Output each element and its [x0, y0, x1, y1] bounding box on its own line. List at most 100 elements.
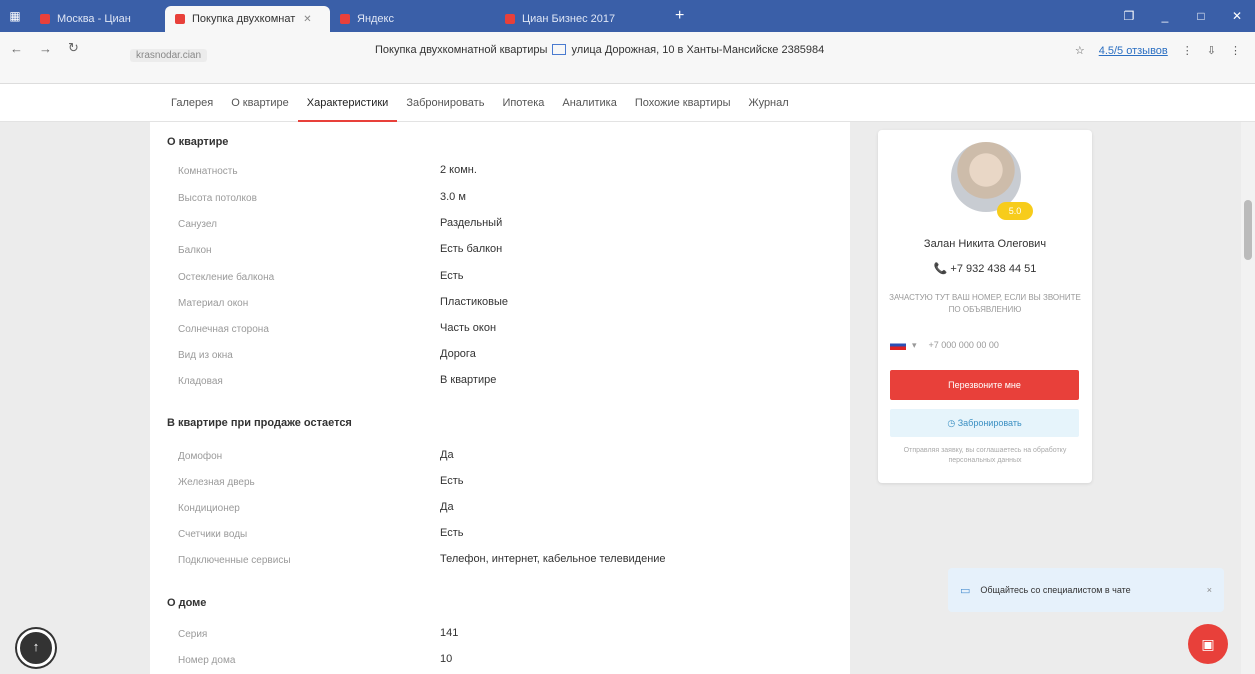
tab-label: Циан Бизнес 2017: [522, 13, 616, 25]
agent-card: 5.0 Залан Никита Олегович 📞 +7 932 438 4…: [878, 130, 1092, 483]
row-value: Да: [440, 449, 454, 461]
download-icon[interactable]: ⇩: [1207, 44, 1216, 57]
browser-tab[interactable]: Циан Бизнес 2017: [495, 6, 665, 32]
window-menu-icon[interactable]: ▦: [0, 0, 30, 32]
row-label: Счетчики воды: [178, 529, 248, 540]
browser-tab-active[interactable]: Покупка двухкомнат ✕: [165, 6, 330, 32]
table-row: Домофон Да: [178, 449, 838, 467]
section-title-included: В квартире при продаже остается: [167, 417, 352, 429]
tab-favicon-icon: [40, 14, 50, 24]
flag-ru-icon: [890, 340, 906, 350]
row-value: Раздельный: [440, 217, 503, 229]
row-value: Да: [440, 501, 454, 513]
nav-item-analytics[interactable]: Аналитика: [553, 84, 625, 122]
chat-button[interactable]: ▣: [1188, 624, 1228, 664]
row-value: В квартире: [440, 374, 497, 386]
forward-icon[interactable]: →: [39, 41, 52, 56]
callback-button[interactable]: Перезвоните мне: [890, 370, 1079, 400]
agent-note: ЗАЧАСТУЮ ТУТ ВАШ НОМЕР, ЕСЛИ ВЫ ЗВОНИТЕ …: [889, 293, 1081, 314]
page-title-main: Покупка двухкомнатной квартиры: [375, 44, 548, 56]
characteristics-card: О квартире Комнатность 2 комн. Высота пот…: [150, 122, 850, 674]
scroll-top-button[interactable]: ↑: [17, 629, 55, 667]
row-label: Серия: [178, 629, 208, 640]
tab-favicon-icon: [175, 14, 185, 24]
avatar: 5.0: [951, 142, 1033, 220]
reload-icon[interactable]: ↻: [68, 40, 79, 56]
book-button-label: Забронировать: [957, 418, 1022, 428]
nav-item-journal[interactable]: Журнал: [740, 84, 798, 122]
table-row: Балкон Есть балкон: [178, 243, 838, 261]
nav-item-gallery[interactable]: Галерея: [162, 84, 222, 122]
row-value: Есть: [440, 270, 464, 282]
table-row: Комнатность 2 комн.: [178, 164, 838, 182]
row-value: Телефон, интернет, кабельное телевидение: [440, 553, 666, 565]
row-label: Санузел: [178, 219, 217, 230]
close-icon[interactable]: ×: [1207, 585, 1212, 595]
book-button[interactable]: ◷ Забронировать: [890, 409, 1079, 437]
row-value: 3.0 м: [440, 191, 466, 203]
row-value: Есть балкон: [440, 243, 503, 255]
more-icon[interactable]: ⋮: [1230, 44, 1241, 57]
table-row: Железная дверь Есть: [178, 475, 838, 493]
back-icon[interactable]: ←: [10, 41, 23, 56]
address-bar-actions: ☆ 4.5/5 отзывов ⋮ ⇩ ⋮: [1075, 44, 1241, 58]
nav-item-book[interactable]: Забронировать: [397, 84, 493, 122]
section-title-apartment: О квартире: [167, 136, 229, 148]
agent-phone-number: +7 932 438 44 51: [950, 263, 1037, 275]
row-value: 10: [440, 653, 453, 665]
nav-item-similar[interactable]: Похожие квартиры: [626, 84, 740, 122]
table-row: Кондиционер Да: [178, 501, 838, 519]
row-value: Есть: [440, 475, 464, 487]
rating-badge: 5.0: [997, 202, 1033, 220]
phone-field[interactable]: ▾ +7 000 000 00 00: [890, 332, 1080, 358]
nav-buttons: ← → ↻: [10, 40, 79, 56]
window-controls: ❐ _ □ ✕: [1111, 0, 1255, 32]
row-value: Пластиковые: [440, 296, 509, 308]
chat-text: Общайтесь со специалистом в чате: [980, 585, 1131, 595]
tab-label: Покупка двухкомнат: [192, 13, 296, 25]
row-label: Подключенные сервисы: [178, 555, 291, 566]
chat-icon: ▭: [960, 584, 971, 597]
tab-favicon-icon: [340, 14, 350, 24]
scrollbar[interactable]: [1241, 122, 1255, 674]
close-window-icon[interactable]: ✕: [1219, 9, 1255, 23]
bookmark-icon[interactable]: ☆: [1075, 44, 1085, 57]
tab-favicon-icon: [505, 14, 515, 24]
table-row: Материал окон Пластиковые: [178, 296, 838, 314]
row-label: Железная дверь: [178, 477, 255, 488]
menu-icon[interactable]: ⋮: [1182, 44, 1193, 57]
close-icon[interactable]: ✕: [303, 14, 311, 25]
chat-banner[interactable]: ▭ Общайтесь со специалистом в чате ×: [948, 568, 1224, 612]
browser-tab[interactable]: Москва - Циан: [30, 6, 165, 32]
calendar-icon: ◷: [947, 418, 958, 428]
row-label: Кладовая: [178, 376, 223, 387]
scrollbar-thumb[interactable]: [1244, 200, 1252, 260]
section-title-house: О доме: [167, 597, 207, 609]
nav-item-about[interactable]: О квартире: [222, 84, 298, 122]
table-row: Остекление балкона Есть: [178, 270, 838, 288]
minimize-icon[interactable]: _: [1147, 9, 1183, 23]
url-field[interactable]: krasnodar.cian: [130, 49, 208, 62]
chevron-down-icon[interactable]: ▾: [912, 340, 917, 351]
new-tab-button[interactable]: +: [675, 7, 684, 25]
nav-item-characteristics[interactable]: Характеристики: [297, 84, 398, 122]
tab-label: Яндекс: [357, 13, 394, 25]
row-value: Часть окон: [440, 322, 497, 334]
table-row: Солнечная сторона Часть окон: [178, 322, 838, 340]
rating-link[interactable]: 4.5/5 отзывов: [1099, 45, 1168, 57]
row-label: Кондиционер: [178, 503, 240, 514]
maximize-icon[interactable]: □: [1183, 9, 1219, 23]
table-row: Вид из окна Дорога: [178, 348, 838, 366]
browser-tab[interactable]: Яндекс: [330, 6, 495, 32]
row-label: Остекление балкона: [178, 272, 275, 283]
table-row: Номер дома 10: [178, 653, 838, 671]
address-bar: ← → ↻ krasnodar.cian Покупка двухкомнатн…: [0, 32, 1255, 84]
consent-text: Отправляя заявку, вы соглашаетесь на обр…: [903, 447, 1067, 464]
agent-phone[interactable]: 📞 +7 932 438 44 51: [878, 262, 1092, 275]
nav-item-mortgage[interactable]: Ипотека: [493, 84, 553, 122]
restore-icon[interactable]: ❐: [1111, 9, 1147, 23]
row-value: 141: [440, 627, 459, 639]
table-row: Кладовая В квартире: [178, 374, 838, 392]
table-row: Подключенные сервисы Телефон, интернет, к…: [178, 553, 838, 571]
table-row: Высота потолков 3.0 м: [178, 191, 838, 209]
